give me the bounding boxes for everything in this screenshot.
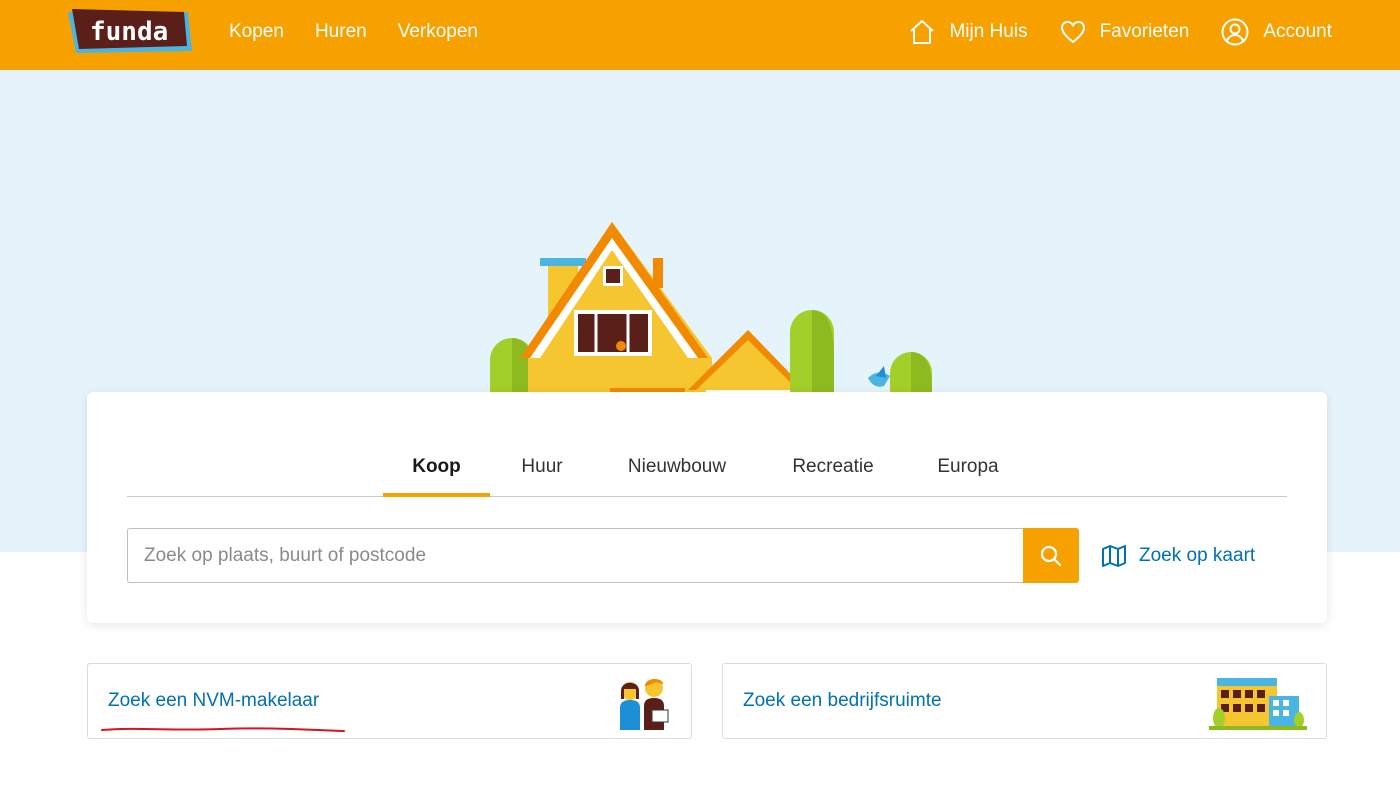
search-card: Koop Huur Nieuwbouw Recreatie Europa Zoe…: [87, 392, 1327, 623]
favorieten-label: Favorieten: [1099, 21, 1190, 42]
search-button[interactable]: [1023, 528, 1079, 583]
find-broker-label: Zoek een NVM-makelaar: [108, 690, 320, 711]
search-row: Zoek op kaart: [127, 528, 1287, 583]
find-business-space-label: Zoek een bedrijfsruimte: [743, 690, 942, 711]
office-building-illustration: [1209, 678, 1307, 730]
heart-icon: [1060, 21, 1085, 43]
user-nav: Mijn Huis Favorieten Account: [909, 0, 1332, 64]
brokers-illustration: [620, 678, 669, 730]
logo-text: funda: [90, 17, 168, 47]
map-icon: [1102, 544, 1126, 567]
nav-verkopen[interactable]: Verkopen: [398, 21, 478, 43]
nav-favorieten[interactable]: Favorieten: [1060, 20, 1190, 44]
tab-koop[interactable]: Koop: [383, 442, 490, 497]
map-link-label: Zoek op kaart: [1139, 544, 1256, 566]
nav-mijn-huis[interactable]: Mijn Huis: [909, 19, 1028, 45]
house-icon: [910, 20, 935, 44]
nav-huren[interactable]: Huren: [315, 21, 367, 43]
tab-recreatie[interactable]: Recreatie: [777, 442, 889, 497]
primary-nav: Kopen Huren Verkopen: [229, 0, 478, 64]
search-icon: [1040, 545, 1062, 566]
red-underline-mark: [101, 727, 345, 732]
nav-account[interactable]: Account: [1221, 18, 1332, 46]
find-business-space-card[interactable]: Zoek een bedrijfsruimte: [722, 663, 1327, 739]
user-icon: [1221, 18, 1249, 46]
tab-huur[interactable]: Huur: [507, 442, 577, 497]
search-input[interactable]: [127, 528, 1024, 583]
funda-logo[interactable]: funda: [66, 9, 194, 55]
nav-kopen[interactable]: Kopen: [229, 21, 284, 43]
top-header: funda Kopen Huren Verkopen Mijn Huis Fav…: [0, 0, 1400, 70]
mijn-huis-label: Mijn Huis: [949, 21, 1028, 42]
tab-europa[interactable]: Europa: [919, 442, 1017, 497]
search-tabs: Koop Huur Nieuwbouw Recreatie Europa: [127, 442, 1287, 497]
map-search-link[interactable]: Zoek op kaart: [1101, 528, 1255, 583]
tab-nieuwbouw[interactable]: Nieuwbouw: [609, 442, 745, 497]
account-label: Account: [1263, 21, 1332, 42]
